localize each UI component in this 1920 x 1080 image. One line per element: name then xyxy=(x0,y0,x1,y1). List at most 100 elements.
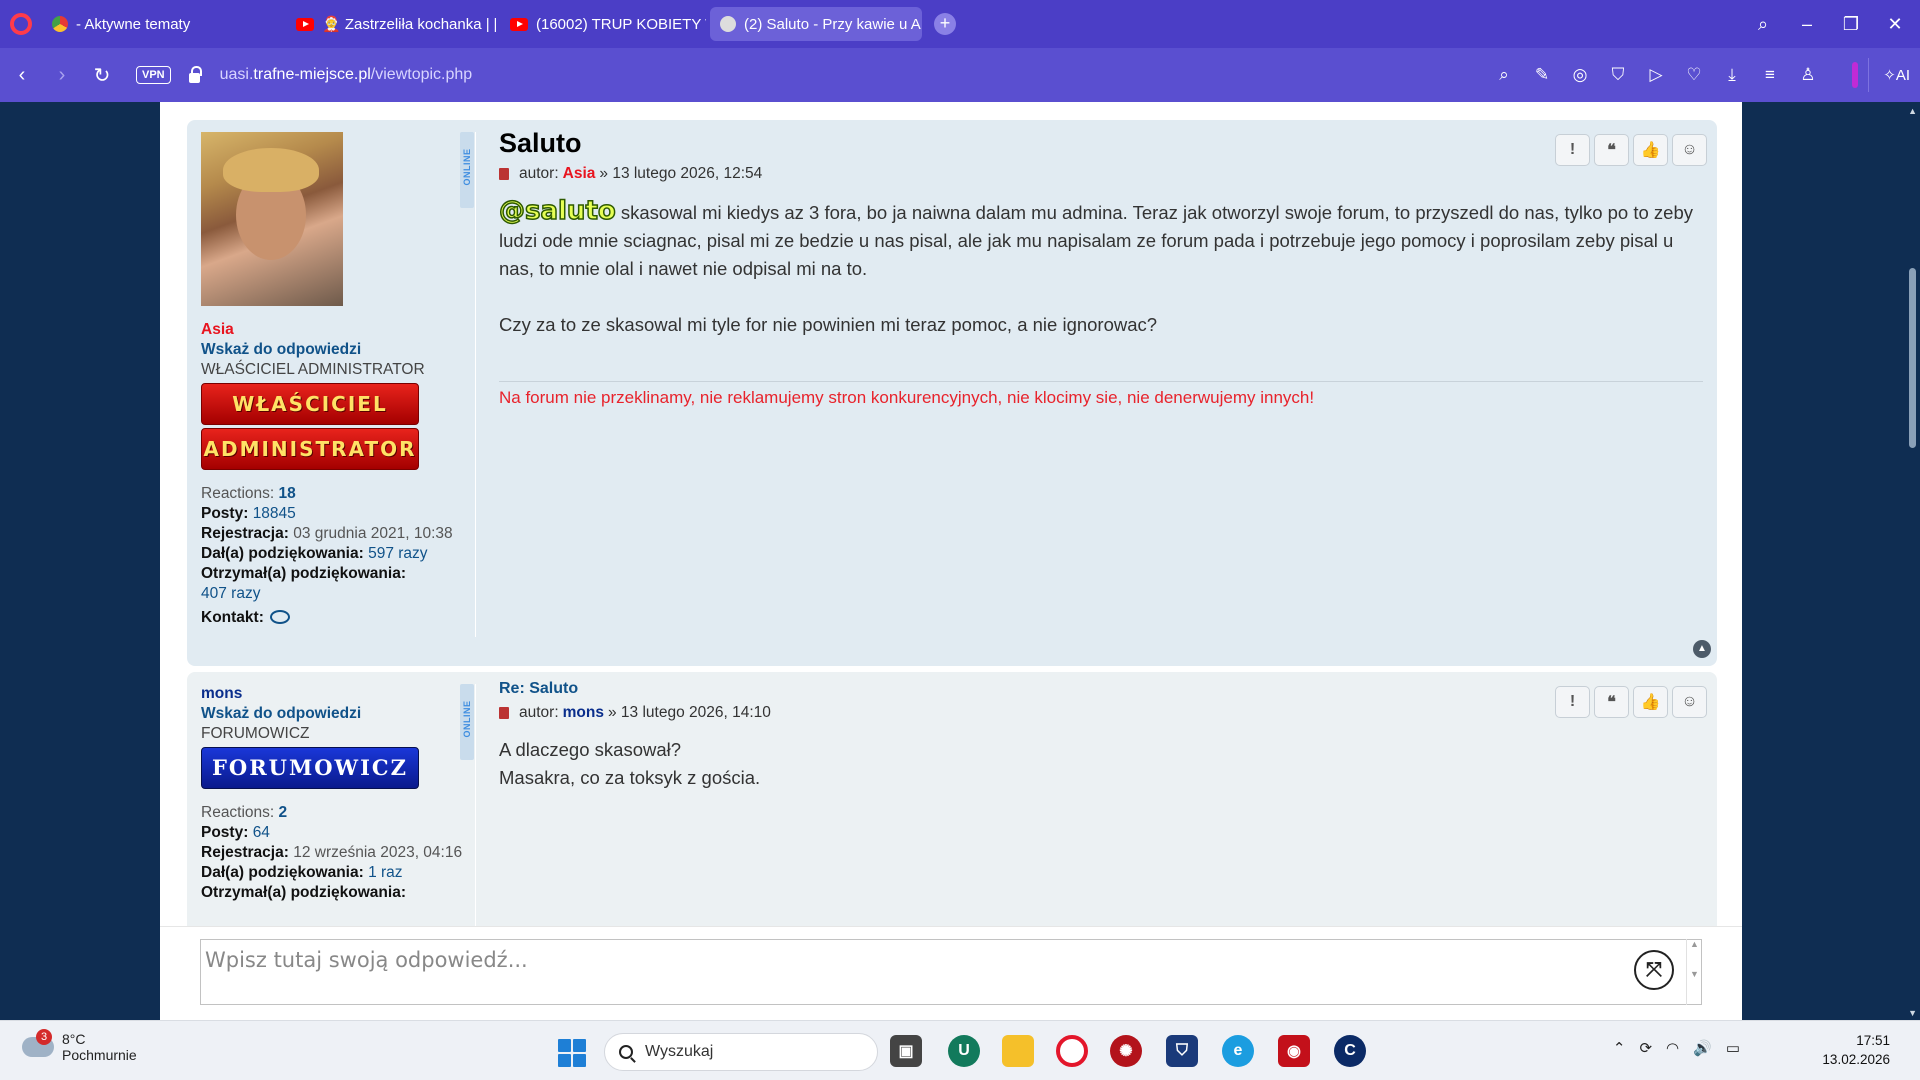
thanks-button[interactable]: 👍 xyxy=(1633,686,1668,718)
post-content: @saluto skasowal mi kiedys az 3 fora, bo… xyxy=(498,196,1693,335)
author-name[interactable]: mons xyxy=(201,684,471,704)
quick-reply: Wpisz tutaj swoją odpowiedź... ⤧ ▲ ▼ xyxy=(160,926,1742,1020)
scroll-up-icon[interactable]: ▲ xyxy=(1908,106,1917,116)
rank-title: FORUMOWICZ xyxy=(201,725,310,742)
page-scrollbar[interactable] xyxy=(1902,102,1920,1020)
clock[interactable]: 17:51 13.02.2026 xyxy=(1822,1031,1890,1069)
restore-icon[interactable]: ❐ xyxy=(1828,0,1874,48)
opera-logo-icon[interactable] xyxy=(10,13,32,35)
chat-bubble-icon[interactable] xyxy=(269,610,290,624)
game-app-icon[interactable]: ✺ xyxy=(1110,1035,1142,1067)
zoom-icon[interactable]: ⌕ xyxy=(1492,65,1516,85)
online-indicator: ONLINE xyxy=(460,684,474,760)
thanks-button[interactable]: 👍 xyxy=(1633,134,1668,166)
weather-widget[interactable]: 3 8°C Pochmurnie xyxy=(22,1029,137,1063)
start-button[interactable] xyxy=(558,1039,586,1067)
cloud-icon: 3 xyxy=(22,1029,54,1057)
heart-icon[interactable]: ♡ xyxy=(1682,65,1706,85)
camera-icon[interactable]: ◎ xyxy=(1568,65,1592,85)
quote-button[interactable]: ❝ xyxy=(1594,686,1629,718)
post-content: A dlaczego skasował? Masakra, co za toks… xyxy=(499,739,761,788)
ai-button[interactable]: ✧ AI xyxy=(1868,58,1910,92)
quote-to-reply-link[interactable]: Wskaż do odpowiedzi xyxy=(201,340,471,360)
tab-saluto[interactable]: (2) Saluto - Przy kawie u A xyxy=(710,7,922,41)
reload-icon[interactable]: ↻ xyxy=(82,55,122,95)
sparkle-icon: ✧ xyxy=(1883,67,1896,84)
quote-button[interactable]: ❝ xyxy=(1594,134,1629,166)
edge-icon[interactable]: e xyxy=(1222,1035,1254,1067)
tab-zastrzelila[interactable]: 🤶 Zastrzeliła kochanka | [ xyxy=(286,7,496,41)
close-icon[interactable]: ✕ xyxy=(1872,0,1918,48)
scrollbar-thumb[interactable] xyxy=(1909,268,1916,448)
recorder-icon[interactable]: ◉ xyxy=(1278,1035,1310,1067)
opera-icon[interactable] xyxy=(1056,1035,1088,1067)
forum-page: Asia Wskaż do odpowiedzi WŁAŚCICIEL ADMI… xyxy=(160,102,1742,1020)
update-icon[interactable]: ⟳ xyxy=(1639,1039,1652,1057)
meta-author-link[interactable]: mons xyxy=(563,704,604,722)
meta-author-link[interactable]: Asia xyxy=(563,165,596,183)
shield-icon[interactable]: ⛉ xyxy=(1606,65,1630,85)
post-date: » 13 lutego 2026, 14:10 xyxy=(607,704,771,721)
folder-icon[interactable] xyxy=(1002,1035,1034,1067)
post-date: » 13 lutego 2026, 12:54 xyxy=(599,165,763,182)
windows-taskbar: 3 8°C Pochmurnie Wyszukaj ▣ U ✺ ⛉ e ◉ C … xyxy=(0,1020,1920,1080)
post-body: Re: Saluto autor: mons » 13 lutego 2026,… xyxy=(499,680,1703,792)
avatar[interactable] xyxy=(201,132,343,306)
new-tab-button[interactable]: + xyxy=(934,13,956,35)
chevron-up-icon[interactable]: ⌃ xyxy=(1613,1039,1626,1057)
tab-trup-kobiety[interactable]: (16002) TRUP KOBIETY W xyxy=(500,7,706,41)
search-tabs-icon[interactable]: ⌕ xyxy=(1740,0,1786,48)
play-icon[interactable]: ▷ xyxy=(1644,65,1668,85)
post-title[interactable]: Re: Saluto xyxy=(499,680,1703,698)
volume-icon[interactable]: 🔊 xyxy=(1693,1039,1712,1057)
post-title[interactable]: Saluto xyxy=(499,128,1703,159)
tab-aktywne-tematy[interactable]: - Aktywne tematy xyxy=(42,7,282,41)
thanks-given-line: Dał(a) podziękowania: 597 razy xyxy=(201,545,428,562)
vpn-app-icon[interactable]: ⛉ xyxy=(1166,1035,1198,1067)
temperature: 8°C xyxy=(62,1031,86,1047)
vpn-badge[interactable]: VPN xyxy=(136,66,171,84)
expand-editor-icon[interactable]: ⤧ xyxy=(1634,950,1674,990)
post-icon[interactable] xyxy=(499,707,509,719)
post-actions: ! ❝ 👍 ☺ xyxy=(1555,134,1707,166)
report-button[interactable]: ! xyxy=(1555,686,1590,718)
upwork-icon[interactable]: U xyxy=(948,1035,980,1067)
reactions-line: Reactions: 18 xyxy=(201,485,296,502)
react-button[interactable]: ☺ xyxy=(1672,686,1707,718)
profile-divider xyxy=(475,132,476,637)
battery-icon[interactable]: ▭ xyxy=(1726,1039,1740,1057)
quote-to-reply-link[interactable]: Wskaż do odpowiedzi xyxy=(201,704,471,724)
reply-textarea[interactable]: Wpisz tutaj swoją odpowiedź... xyxy=(200,939,1702,1005)
sidebar-indicator xyxy=(1852,62,1858,88)
reply-scrollbar[interactable]: ▲ ▼ xyxy=(1686,939,1702,1005)
thanks-received-line: Otrzymał(a) podziękowania: 407 razy xyxy=(201,565,406,602)
youtube-icon xyxy=(510,17,528,31)
search-icon xyxy=(619,1045,633,1059)
report-button[interactable]: ! xyxy=(1555,134,1590,166)
scroll-down-icon[interactable]: ▼ xyxy=(1908,1008,1917,1018)
forward-icon[interactable]: › xyxy=(42,55,82,95)
wifi-icon[interactable]: ◠ xyxy=(1666,1039,1679,1057)
author-name[interactable]: Asia xyxy=(201,320,471,340)
task-view-icon[interactable]: ▣ xyxy=(890,1035,922,1067)
chrome-icon xyxy=(52,16,68,32)
taskbar-search[interactable]: Wyszukaj xyxy=(604,1033,878,1071)
react-button[interactable]: ☺ xyxy=(1672,134,1707,166)
minimize-icon[interactable]: – xyxy=(1784,0,1830,48)
edit-icon[interactable]: ✎ xyxy=(1530,65,1554,85)
joined-line: Rejestracja: 12 września 2023, 04:16 xyxy=(201,844,463,861)
contact-line: Kontakt: xyxy=(201,608,471,628)
cup-icon xyxy=(720,16,736,32)
menu-icon[interactable]: ≡ xyxy=(1758,65,1782,85)
post-icon[interactable] xyxy=(499,168,509,180)
lock-icon[interactable] xyxy=(188,65,202,83)
post-meta: autor: Asia » 13 lutego 2026, 12:54 xyxy=(499,165,1703,183)
post-profile: mons Wskaż do odpowiedzi FORUMOWICZ FORU… xyxy=(201,684,471,903)
ccleaner-icon[interactable]: C xyxy=(1334,1035,1366,1067)
profile-icon[interactable]: ♙ xyxy=(1796,65,1820,85)
mention-saluto: @saluto xyxy=(498,196,616,226)
download-icon[interactable]: ⤓ xyxy=(1720,65,1744,85)
url-field[interactable]: uasi.trafne-miejsce.pl/viewtopic.php xyxy=(220,66,473,84)
back-icon[interactable]: ‹ xyxy=(2,55,42,95)
back-to-top-icon[interactable]: ▲ xyxy=(1693,640,1711,658)
